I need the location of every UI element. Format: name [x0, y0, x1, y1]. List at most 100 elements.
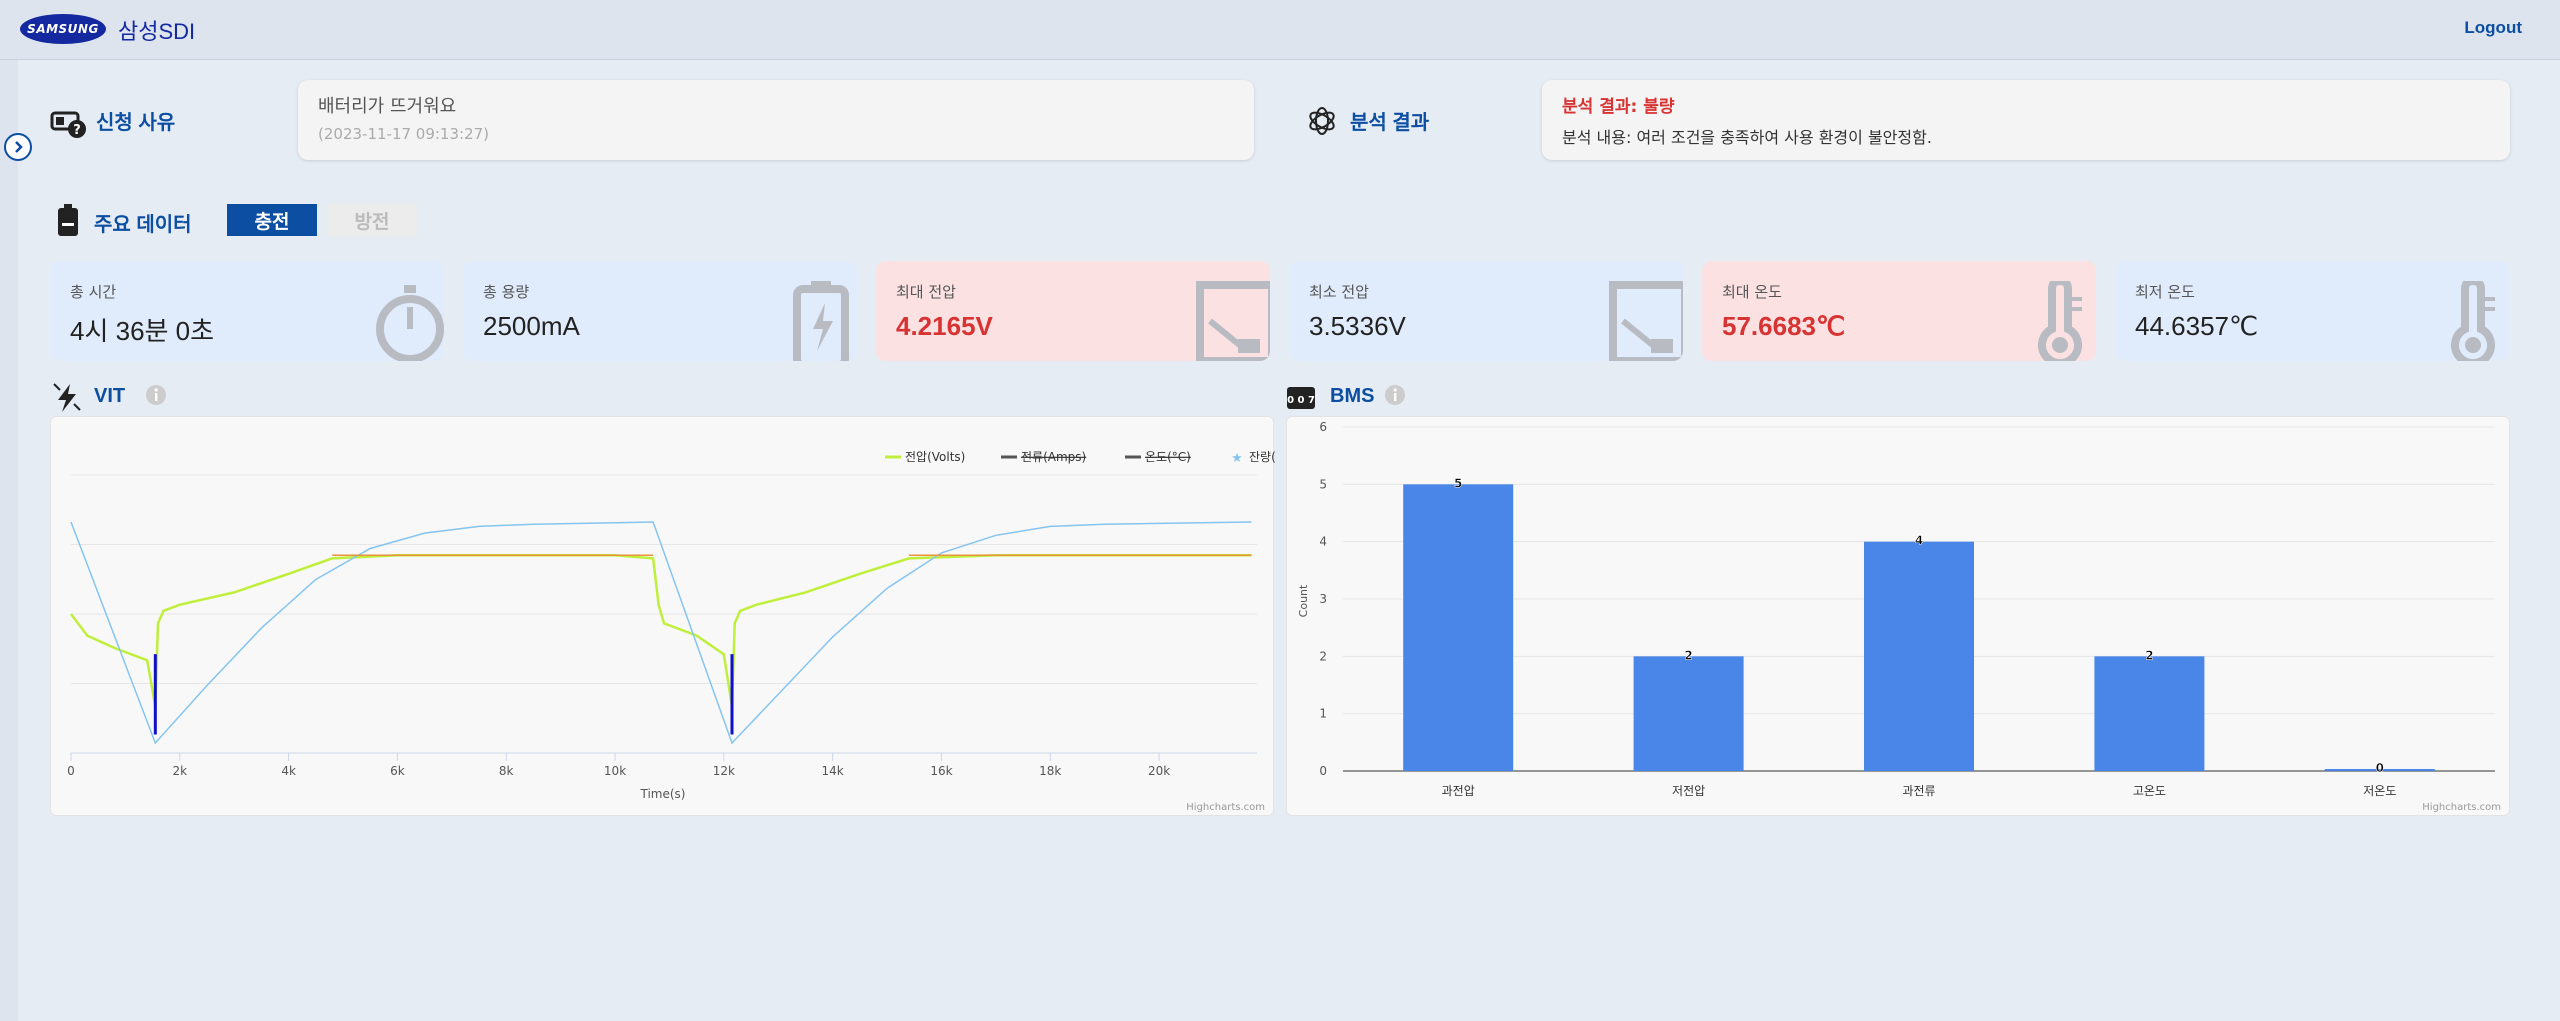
x-tick-label: 12k — [713, 764, 735, 778]
x-tick-label: 14k — [822, 764, 844, 778]
card-value: 4.2165V — [896, 311, 993, 341]
card-label: 최대 전압 — [896, 283, 956, 301]
logout-button[interactable]: Logout — [2464, 18, 2522, 38]
x-tick-label: 과전류 — [1902, 784, 1935, 798]
bar[interactable] — [2094, 656, 2205, 771]
main-data-title: 주요 데이터 — [94, 214, 192, 236]
x-tick-label: 18k — [1039, 764, 1061, 778]
bar[interactable] — [1633, 656, 1744, 771]
x-tick-label: 20k — [1148, 764, 1170, 778]
svg-text:0 0 7: 0 0 7 — [1287, 395, 1315, 406]
brand-name: 삼성SDI — [118, 19, 196, 44]
legend-item[interactable]: 온도(°C) — [1125, 450, 1191, 464]
x-tick-label: 저온도 — [2363, 784, 2396, 798]
card-min-temperature: 최저 온도 44.6357℃ — [2115, 261, 2509, 361]
vit-title: VIT — [94, 385, 126, 407]
card-total-capacity: 총 용량 2500mA — [463, 261, 857, 361]
tab-discharge[interactable]: 방전 — [327, 204, 417, 236]
ai-analysis-icon — [1309, 107, 1335, 135]
x-tick-label: 16k — [930, 764, 952, 778]
card-max-temperature: 최대 온도 57.6683℃ — [1702, 261, 2096, 361]
x-tick-label: 4k — [281, 764, 296, 778]
legend-item[interactable]: 전압(Volts) — [885, 450, 965, 464]
card-label: 총 용량 — [483, 283, 530, 301]
bms-chart-panel: 5 2 4 2 0 0 1 2 3 4 5 6 과전압 저전압 과전류 고온도 저온도 Count Highc… — [1286, 416, 2510, 816]
card-label: 최대 온도 — [1722, 283, 1782, 301]
svg-text:?: ? — [73, 123, 81, 138]
battery-icon — [58, 204, 78, 236]
x-axis-label: Time(s) — [640, 787, 686, 801]
x-tick-label: 0 — [67, 764, 75, 778]
card-value: 57.6683℃ — [1722, 311, 1846, 341]
sidebar-toggle-button[interactable] — [4, 133, 32, 161]
y-tick-label: 1 — [1319, 707, 1327, 721]
samsung-logo: SAMSUNG — [20, 14, 106, 44]
chevron-right-icon — [15, 141, 23, 153]
bms-device-icon: 0 0 7 — [1287, 387, 1315, 409]
x-tick-label: 2k — [173, 764, 188, 778]
legend-label: 온도(°C) — [1145, 450, 1191, 464]
lightning-icon — [53, 383, 81, 412]
request-date: (2023-11-17 09:13:27) — [318, 125, 490, 143]
thermometer-icon — [2451, 281, 2495, 361]
x-tick-label: 10k — [604, 764, 626, 778]
card-label: 총 시간 — [70, 283, 117, 301]
bar[interactable] — [1864, 541, 1974, 771]
data-label: 4 — [1915, 534, 1923, 548]
card-label: 최저 온도 — [2135, 283, 2195, 301]
request-title: 신청 사유 — [96, 112, 176, 134]
request-panel: 배터리가 뜨거워요 (2023-11-17 09:13:27) — [298, 80, 1254, 160]
legend-label: 잔량(%) — [1249, 450, 1275, 464]
sidebar-collapsed — [0, 60, 18, 1021]
info-icon[interactable] — [145, 384, 167, 406]
request-reason: 배터리가 뜨거워요 — [318, 96, 457, 117]
stopwatch-icon — [376, 285, 444, 361]
vit-chart: 0 2k 4k 6k 8k 10k 12k 14k 16k 18k 20k 전압(Volts) 전류(… — [67, 450, 1292, 801]
top-header: SAMSUNG 삼성SDI Logout — [0, 0, 2560, 60]
legend-item[interactable]: 전류(Amps) — [1001, 450, 1086, 464]
bms-chart: 5 2 4 2 0 0 1 2 3 4 5 6 과전압 저전압 과전류 고온도 저온도 Count — [1297, 420, 2495, 798]
y-tick-label: 0 — [1319, 764, 1327, 778]
voltmeter-icon — [1196, 281, 1270, 361]
chart-credits[interactable]: Highcharts.com — [1186, 802, 1265, 813]
x-tick-label: 6k — [390, 764, 405, 778]
y-tick-label: 3 — [1319, 592, 1327, 606]
data-label: 2 — [1684, 648, 1692, 662]
analysis-result: 분석 결과: 불량 — [1562, 97, 1675, 117]
bar[interactable] — [1403, 484, 1514, 771]
card-value: 3.5336V — [1309, 311, 1406, 341]
chart-credits[interactable]: Highcharts.com — [2422, 802, 2501, 813]
y-tick-label: 5 — [1319, 477, 1327, 491]
y-axis-label: Count — [1297, 584, 1310, 617]
legend-label: 전압(Volts) — [905, 450, 965, 464]
card-value: 44.6357℃ — [2135, 311, 2259, 341]
voltmeter-icon — [1609, 281, 1683, 361]
x-tick-label: 8k — [499, 764, 514, 778]
analysis-panel: 분석 결과: 불량 분석 내용: 여러 조건을 충족하여 사용 환경이 불안정함… — [1542, 80, 2510, 160]
card-total-time: 총 시간 4시 36분 0초 — [50, 261, 444, 361]
card-value: 4시 36분 0초 — [70, 316, 215, 346]
tab-charge[interactable]: 충전 — [227, 204, 317, 236]
request-icon: ? — [50, 111, 86, 138]
y-tick-label: 2 — [1319, 649, 1327, 663]
data-label: 5 — [1454, 476, 1462, 490]
x-tick-label: 과전압 — [1442, 784, 1475, 798]
x-tick-label: 저전압 — [1672, 784, 1705, 798]
y-tick-label: 6 — [1319, 420, 1327, 434]
card-label: 최소 전압 — [1309, 283, 1369, 301]
legend-item[interactable]: ★ 잔량(%) — [1231, 450, 1292, 466]
card-value: 2500mA — [483, 311, 580, 341]
bms-title: BMS — [1330, 385, 1375, 407]
analysis-content: 분석 내용: 여러 조건을 충족하여 사용 환경이 불안정함. — [1562, 128, 1932, 147]
data-label: 0 — [2376, 761, 2384, 775]
legend-symbol: ★ — [1231, 451, 1243, 466]
vit-chart-panel: 0 2k 4k 6k 8k 10k 12k 14k 16k 18k 20k 전압(Volts) 전류(… — [50, 416, 1292, 816]
analysis-title: 분석 결과 — [1350, 112, 1430, 134]
card-min-voltage: 최소 전압 3.5336V — [1289, 261, 1683, 361]
data-label: 2 — [2145, 648, 2153, 662]
x-tick-label: 고온도 — [2133, 784, 2166, 798]
battery-charging-icon — [793, 281, 849, 361]
y-tick-label: 4 — [1319, 535, 1327, 549]
thermometer-icon — [2038, 281, 2082, 361]
info-icon[interactable] — [1384, 384, 1406, 406]
